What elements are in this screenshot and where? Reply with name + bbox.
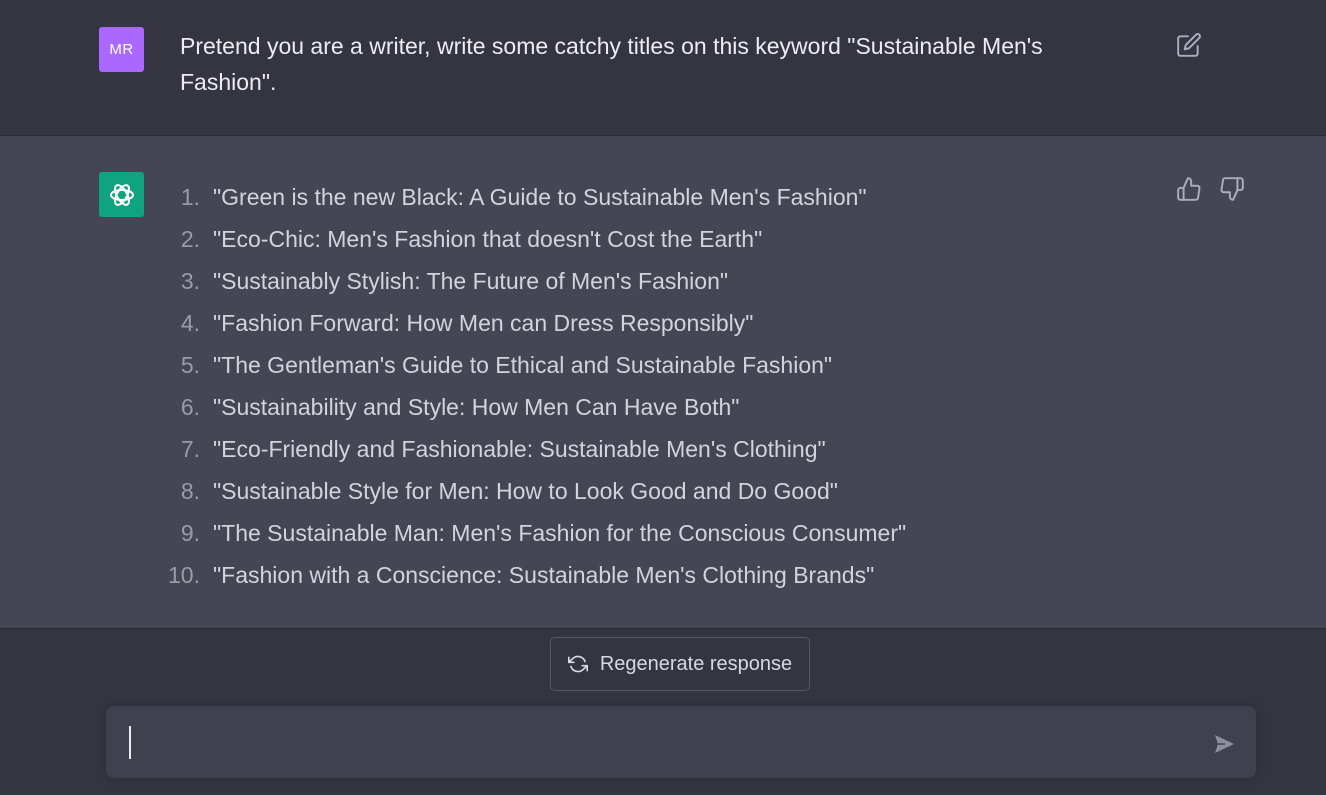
list-number: 7. bbox=[180, 435, 200, 462]
list-item-text: "Fashion with a Conscience: Sustainable … bbox=[213, 561, 875, 588]
list-number: 5. bbox=[180, 351, 200, 378]
list-item-text: "Fashion Forward: How Men can Dress Resp… bbox=[213, 309, 754, 336]
list-item: 1. "Green is the new Black: A Guide to Su… bbox=[160, 176, 906, 218]
list-number: 4. bbox=[180, 309, 200, 336]
list-number: 10. bbox=[168, 561, 200, 588]
edit-icon[interactable] bbox=[1176, 32, 1202, 58]
regenerate-label: Regenerate response bbox=[599, 652, 793, 675]
regenerate-response-button[interactable]: Regenerate response bbox=[550, 637, 810, 691]
answer-list: 1. "Green is the new Black: A Guide to Su… bbox=[160, 176, 906, 596]
list-item-text: "Eco-Chic: Men's Fashion that doesn't Co… bbox=[213, 225, 763, 252]
list-number: 1. bbox=[180, 183, 200, 210]
list-item: 8. "Sustainable Style for Men: How to Loo… bbox=[160, 470, 906, 512]
text-caret bbox=[129, 726, 131, 759]
list-item-text: "The Gentleman's Guide to Ethical and Su… bbox=[213, 351, 833, 378]
thumbs-up-icon[interactable] bbox=[1176, 176, 1204, 204]
list-item: 3. "Sustainably Stylish: The Future of Me… bbox=[160, 260, 906, 302]
message-composer bbox=[106, 706, 1256, 778]
list-item-text: "Sustainable Style for Men: How to Look … bbox=[213, 477, 838, 504]
user-avatar: MR bbox=[99, 27, 144, 72]
list-item: 5. "The Gentleman's Guide to Ethical and … bbox=[160, 344, 906, 386]
list-item: 2. "Eco-Chic: Men's Fashion that doesn't … bbox=[160, 218, 906, 260]
list-item: 10. "Fashion with a Conscience: Sustainab… bbox=[160, 554, 906, 596]
user-message-text: Pretend you are a writer, write some cat… bbox=[180, 33, 1043, 95]
list-item-text: "Sustainably Stylish: The Future of Men'… bbox=[213, 267, 729, 294]
assistant-message-row: 1. "Green is the new Black: A Guide to Su… bbox=[0, 136, 1326, 629]
message-input[interactable] bbox=[126, 722, 1190, 764]
list-item-text: "Green is the new Black: A Guide to Sust… bbox=[213, 183, 867, 210]
list-item: 6. "Sustainability and Style: How Men Can… bbox=[160, 386, 906, 428]
openai-logo-icon bbox=[99, 172, 144, 217]
list-number: 9. bbox=[180, 519, 200, 546]
list-item-text: "The Sustainable Man: Men's Fashion for … bbox=[213, 519, 907, 546]
list-item-text: "Eco-Friendly and Fashionable: Sustainab… bbox=[213, 435, 826, 462]
list-item-text: "Sustainability and Style: How Men Can H… bbox=[213, 393, 740, 420]
send-icon[interactable] bbox=[1212, 732, 1236, 756]
list-item: 7. "Eco-Friendly and Fashionable: Sustain… bbox=[160, 428, 906, 470]
list-item: 4. "Fashion Forward: How Men can Dress Re… bbox=[160, 302, 906, 344]
list-number: 3. bbox=[180, 267, 200, 294]
list-item: 9. "The Sustainable Man: Men's Fashion fo… bbox=[160, 512, 906, 554]
list-number: 8. bbox=[180, 477, 200, 504]
refresh-icon bbox=[567, 654, 588, 674]
list-number: 6. bbox=[180, 393, 200, 420]
thumbs-down-icon[interactable] bbox=[1219, 176, 1247, 204]
list-number: 2. bbox=[180, 225, 200, 252]
user-message-row: MR Pretend you are a writer, write some … bbox=[0, 0, 1326, 136]
